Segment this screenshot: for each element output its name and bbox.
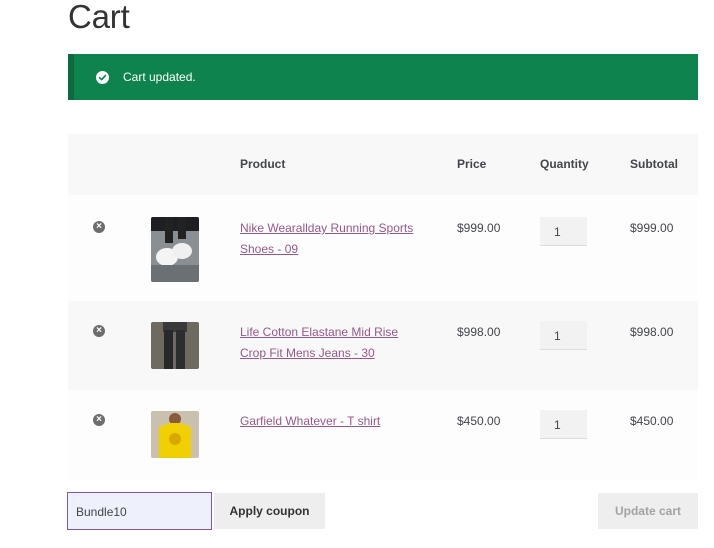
remove-item-icon[interactable]: × xyxy=(93,325,105,337)
coupon-code-input[interactable]: Bundle10 xyxy=(67,492,212,530)
remove-item-icon[interactable]: × xyxy=(93,221,105,233)
product-link[interactable]: Life Cotton Elastane Mid Rise Crop Fit Me… xyxy=(240,322,430,363)
header-quantity: Quantity xyxy=(540,157,589,171)
notice-message: Cart updated. xyxy=(123,70,196,84)
quantity-input[interactable]: 1 xyxy=(540,410,587,439)
item-subtotal: $450.00 xyxy=(630,414,674,428)
apply-coupon-button[interactable]: Apply coupon xyxy=(214,493,325,529)
header-product: Product xyxy=(240,157,286,171)
item-price: $999.00 xyxy=(457,221,501,235)
table-row: × Nike Wearallday Running Sports Shoes - … xyxy=(68,195,698,301)
page-title: Cart xyxy=(68,0,130,35)
product-link[interactable]: Nike Wearallday Running Sports Shoes - 09 xyxy=(240,218,430,259)
product-thumbnail[interactable] xyxy=(151,217,199,282)
item-price: $450.00 xyxy=(457,414,501,428)
product-thumbnail[interactable] xyxy=(151,411,199,458)
remove-item-icon[interactable]: × xyxy=(93,414,105,426)
cart-table: Product Price Quantity Subtotal × Nike W… xyxy=(68,134,698,479)
quantity-input[interactable]: 1 xyxy=(540,321,587,350)
item-price: $998.00 xyxy=(457,325,501,339)
quantity-input[interactable]: 1 xyxy=(540,217,587,246)
update-cart-button[interactable]: Update cart xyxy=(598,493,698,529)
header-subtotal: Subtotal xyxy=(630,157,678,171)
table-row: × Garfield Whatever - T shirt $450.00 1 … xyxy=(68,390,698,479)
success-notice: Cart updated. xyxy=(68,54,698,100)
check-circle-icon xyxy=(96,70,109,84)
item-subtotal: $999.00 xyxy=(630,221,674,235)
item-subtotal: $998.00 xyxy=(630,325,674,339)
header-price: Price xyxy=(457,157,487,171)
table-header: Product Price Quantity Subtotal xyxy=(68,134,698,195)
product-thumbnail[interactable] xyxy=(151,322,199,369)
product-link[interactable]: Garfield Whatever - T shirt xyxy=(240,411,430,432)
table-row: × Life Cotton Elastane Mid Rise Crop Fit … xyxy=(68,301,698,390)
